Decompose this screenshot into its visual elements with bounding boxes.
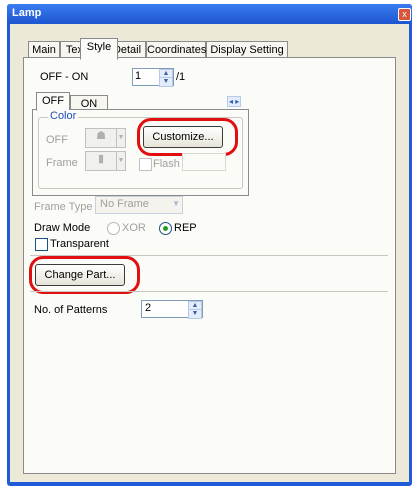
color-off-label: OFF bbox=[46, 134, 68, 146]
flash-label: Flash bbox=[153, 158, 180, 170]
tab-coordinates[interactable]: Coordinates bbox=[146, 41, 206, 58]
flash-checkbox bbox=[139, 158, 152, 171]
tab-display-setting[interactable]: Display Setting bbox=[206, 41, 288, 58]
frame-type-label: Frame Type bbox=[34, 201, 93, 213]
tab-main[interactable]: Main bbox=[28, 41, 60, 58]
color-group-title: Color bbox=[48, 110, 79, 122]
state-tab-off[interactable]: OFF bbox=[36, 92, 70, 111]
patterns-label: No. of Patterns bbox=[34, 304, 108, 316]
chevron-down-icon: ▼ bbox=[172, 199, 180, 208]
xor-label: XOR bbox=[122, 222, 146, 234]
xor-radio[interactable] bbox=[107, 222, 120, 235]
patterns-spinbox[interactable]: 2 ▲ ▼ bbox=[141, 300, 203, 319]
off-on-label: OFF - ON bbox=[40, 71, 89, 83]
transparent-label: Transparent bbox=[50, 238, 109, 250]
state-total: /1 bbox=[176, 71, 186, 83]
chevron-down-icon: ▼ bbox=[116, 128, 126, 148]
divider bbox=[30, 291, 388, 292]
flash-field bbox=[182, 153, 226, 171]
color-frame-label: Frame bbox=[46, 157, 78, 169]
draw-mode-label: Draw Mode bbox=[34, 222, 91, 234]
chevron-down-icon: ▼ bbox=[116, 151, 126, 171]
tab-style[interactable]: Style bbox=[80, 38, 118, 60]
customize-highlight bbox=[137, 118, 238, 156]
frame-type-value: No Frame bbox=[100, 198, 149, 210]
state-spinbox[interactable]: 1 ▲ ▼ bbox=[132, 68, 174, 87]
spin-down-icon[interactable]: ▼ bbox=[159, 77, 173, 87]
frame-type-select: No Frame ▼ bbox=[95, 196, 183, 214]
spin-down-icon[interactable]: ▼ bbox=[188, 309, 202, 319]
radio-dot-icon bbox=[163, 226, 168, 231]
window-title: Lamp bbox=[12, 7, 42, 19]
rep-radio[interactable] bbox=[159, 222, 172, 235]
transparent-checkbox[interactable] bbox=[35, 238, 48, 251]
state-value: 1 bbox=[135, 70, 142, 82]
color-off-picker-icon: ☗ bbox=[85, 128, 117, 148]
nav-arrows-icon[interactable]: ◂ ▸ bbox=[227, 96, 242, 107]
title-bar[interactable] bbox=[7, 4, 412, 24]
change-part-highlight bbox=[29, 256, 140, 294]
close-button[interactable]: x bbox=[398, 8, 411, 21]
state-tab-on[interactable]: ON bbox=[70, 95, 108, 110]
frame-picker-icon: ▮ bbox=[85, 151, 117, 171]
rep-label: REP bbox=[174, 222, 197, 234]
patterns-value: 2 bbox=[145, 302, 152, 314]
